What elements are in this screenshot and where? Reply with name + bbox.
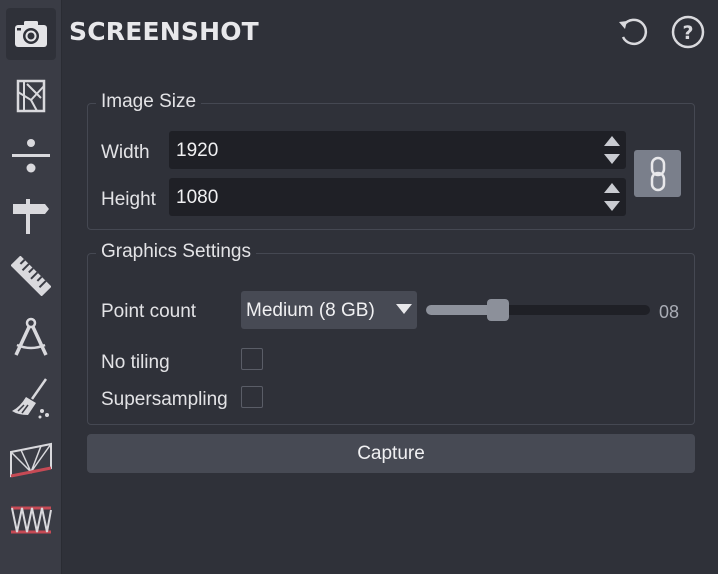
tool-ruler[interactable] xyxy=(6,250,56,302)
tool-cleanup[interactable] xyxy=(6,372,56,424)
ruler-icon xyxy=(11,256,51,296)
tool-divide[interactable] xyxy=(6,130,56,182)
help-icon: ? xyxy=(671,15,705,49)
help-button[interactable]: ? xyxy=(670,14,706,50)
camera-icon xyxy=(15,21,47,47)
tool-sidebar xyxy=(0,0,62,574)
capture-button[interactable]: Capture xyxy=(87,434,695,473)
width-label: Width xyxy=(101,142,150,163)
tool-profile[interactable] xyxy=(6,494,56,546)
link-icon xyxy=(650,156,665,191)
tool-screenshot[interactable] xyxy=(6,8,56,60)
reset-button[interactable] xyxy=(615,14,651,50)
no-tiling-label: No tiling xyxy=(101,352,170,373)
point-count-label: Point count xyxy=(101,301,197,322)
broom-icon xyxy=(12,378,49,419)
supersampling-label: Supersampling xyxy=(101,389,228,410)
supersampling-checkbox[interactable] xyxy=(241,386,263,408)
height-label: Height xyxy=(101,189,156,210)
divide-icon xyxy=(12,139,50,173)
no-tiling-checkbox[interactable] xyxy=(241,348,263,370)
tool-signpost[interactable] xyxy=(6,190,56,242)
tool-compass[interactable] xyxy=(6,312,56,364)
image-size-legend: Image Size xyxy=(96,91,202,113)
flag-icon xyxy=(10,442,52,478)
width-spinbox[interactable]: 1920 xyxy=(169,131,626,169)
height-stepper-arrows[interactable] xyxy=(601,180,623,214)
map-icon xyxy=(16,79,46,113)
zigzag-icon xyxy=(11,506,52,534)
height-value[interactable]: 1080 xyxy=(176,187,218,209)
tool-map[interactable] xyxy=(6,70,56,122)
width-stepper-arrows[interactable] xyxy=(601,133,623,167)
height-spinbox[interactable]: 1080 xyxy=(169,178,626,216)
signpost-icon xyxy=(13,199,49,234)
svg-text:?: ? xyxy=(682,22,693,44)
panel-title: SCREENSHOT xyxy=(69,17,259,46)
aspect-lock-button[interactable] xyxy=(634,150,681,197)
graphics-settings-legend: Graphics Settings xyxy=(96,241,256,263)
point-count-select[interactable]: Medium (8 GB) xyxy=(241,291,417,329)
refresh-icon xyxy=(619,18,648,46)
slider-value: 08 xyxy=(659,302,680,322)
width-value[interactable]: 1920 xyxy=(176,140,218,162)
point-count-value: Medium (8 GB) xyxy=(246,300,375,321)
tool-section[interactable] xyxy=(6,434,56,486)
point-count-slider[interactable] xyxy=(426,299,650,321)
slider-handle[interactable] xyxy=(486,299,509,321)
chevron-down-icon xyxy=(396,304,412,314)
compass-icon xyxy=(14,317,48,356)
